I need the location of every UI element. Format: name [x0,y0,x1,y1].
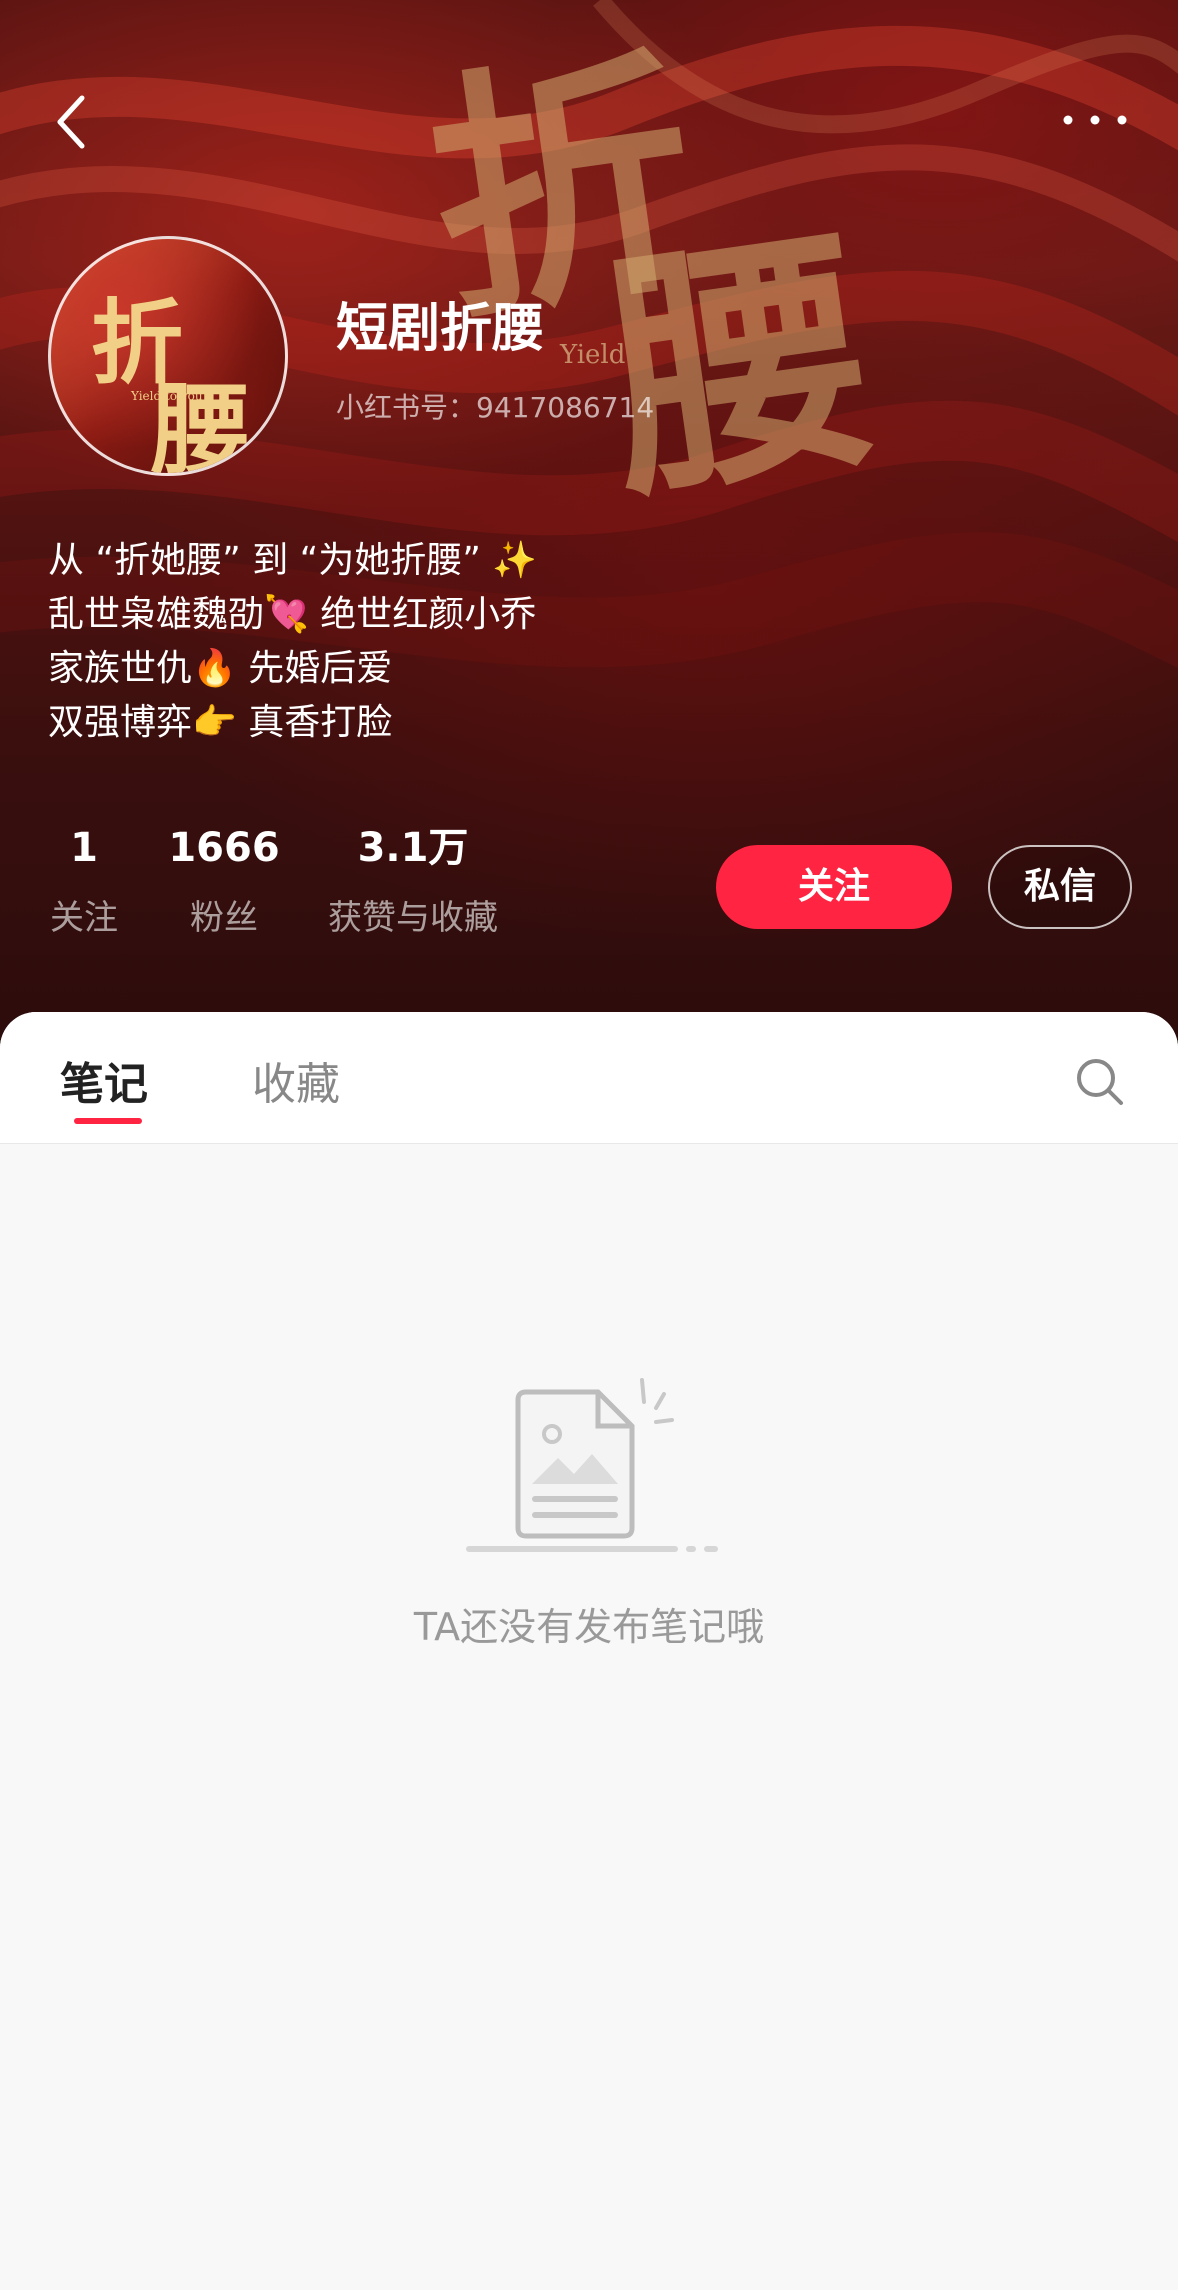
notes-panel: 笔记 收藏 TA还没有发布笔记哦 [0,1012,1178,2290]
stat-likes[interactable]: 3.1万 获赞与收藏 [322,824,504,939]
stat-following-value: 1 [70,825,98,871]
search-icon[interactable] [1074,1056,1126,1108]
stat-fans-label: 粉丝 [190,898,258,938]
hero-subtitle: Yield [560,340,626,370]
more-icon[interactable] [1060,110,1130,130]
empty-state-text: TA还没有发布笔记哦 [413,1605,765,1649]
message-button[interactable]: 私信 [988,845,1132,929]
profile-id: 小红书号：9417086714 [336,391,655,424]
empty-document-icon [466,1378,718,1552]
back-icon[interactable] [52,92,92,152]
bio-line: 从 “折她腰” 到 “为她折腰” ✨ [48,540,538,581]
stat-following[interactable]: 1 关注 [48,824,120,939]
tab-bar: 笔记 收藏 [0,1012,1178,1144]
follow-button[interactable]: 关注 [716,845,952,929]
profile-header: 折 腰 Yield 折 腰 Yield to you 短剧折腰 小红书号：941… [0,0,1178,1060]
stat-following-label: 关注 [50,898,118,938]
bio-line: 家族世仇🔥 先婚后爱 [48,648,393,689]
avatar-char-2: 腰 [151,371,251,476]
stat-fans[interactable]: 1666 粉丝 [168,824,280,939]
tab-active-indicator [74,1118,142,1124]
hero-calligraphy-char-2: 腰 [589,196,890,536]
stat-fans-value: 1666 [168,825,280,871]
bio-line: 双强博弈👉 真香打脸 [48,702,393,743]
stat-likes-label: 获赞与收藏 [328,898,498,938]
profile-name: 短剧折腰 [336,299,545,359]
avatar-subtitle: Yield to you [131,389,203,403]
tab-notes[interactable]: 笔记 [60,1048,148,1112]
tab-collect[interactable]: 收藏 [252,1048,340,1112]
stat-likes-value: 3.1万 [357,825,469,871]
profile-bio: 从 “折她腰” 到 “为她折腰” ✨ 乱世枭雄魏劭💘 绝世红颜小乔 家族世仇🔥 … [48,534,537,750]
avatar[interactable]: 折 腰 Yield to you [48,236,288,476]
bio-line: 乱世枭雄魏劭💘 绝世红颜小乔 [48,594,537,635]
